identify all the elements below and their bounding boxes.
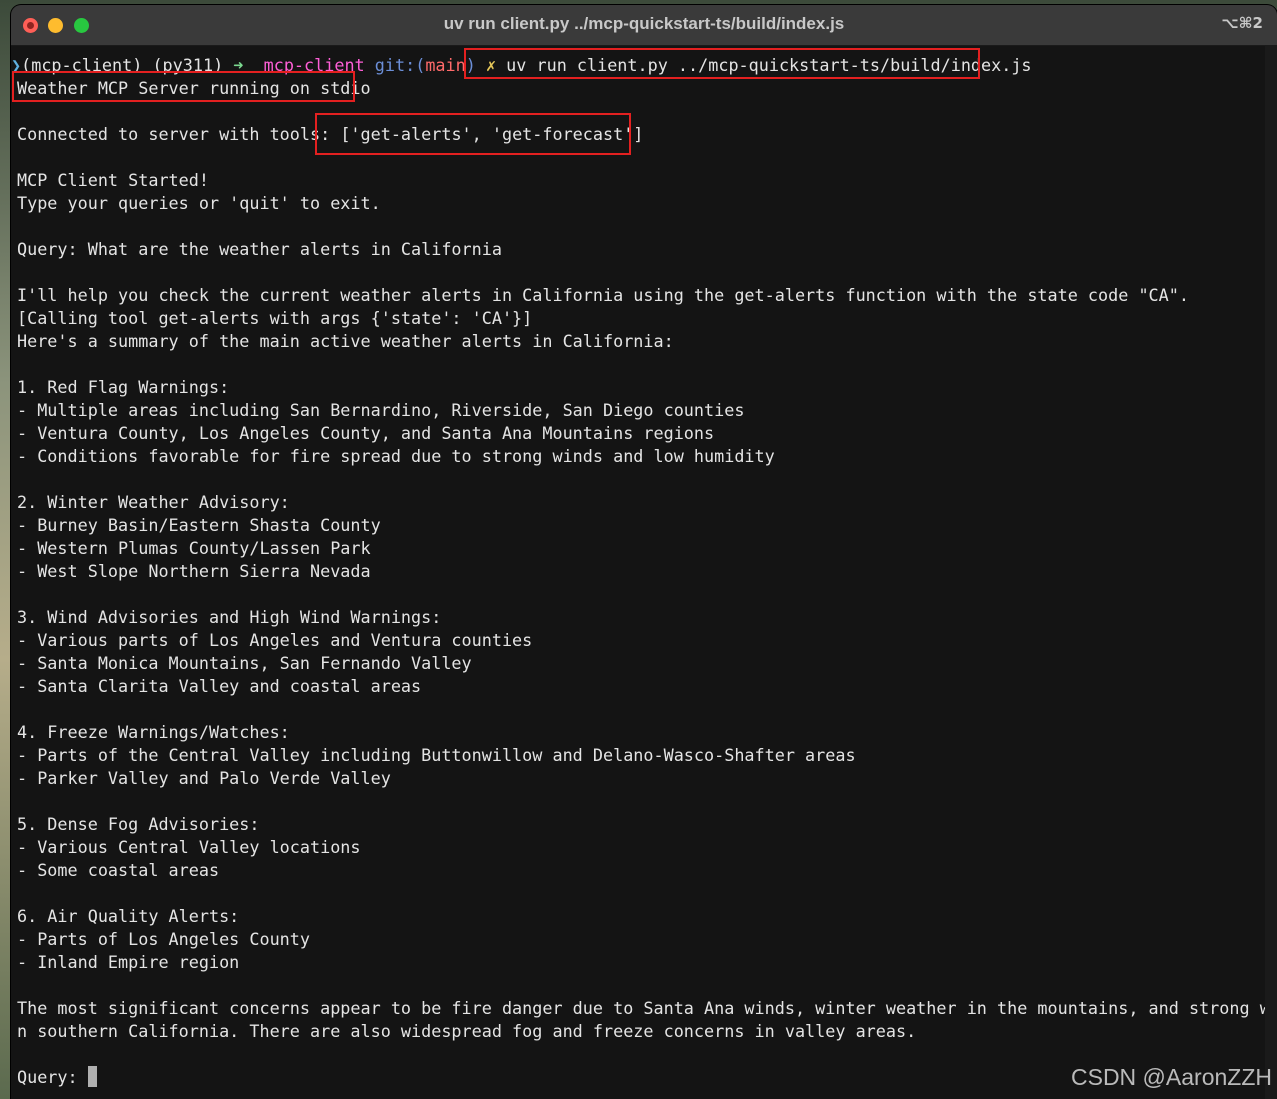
summary-intro-line: Here's a summary of the main active weat… (17, 331, 674, 351)
section-item: - West Slope Northern Sierra Nevada (17, 561, 371, 581)
section-item: - Some coastal areas (17, 860, 220, 880)
server-status-line: Weather MCP Server running on stdio (17, 78, 371, 98)
reply-intro-line: I'll help you check the current weather … (17, 285, 1189, 305)
section-item: - Parts of Los Angeles County (17, 929, 310, 949)
query-input-line[interactable]: Query: (17, 1066, 97, 1089)
section-item: - Various parts of Los Angeles and Ventu… (17, 630, 533, 650)
prompt-line: ❯(mcp-client) (py311) ➜ mcp-client git:(… (11, 54, 1032, 77)
prompt-git-label: git:( (374, 55, 426, 75)
window-title: uv run client.py ../mcp-quickstart-ts/bu… (443, 14, 845, 33)
section-item: - Various Central Valley locations (17, 837, 361, 857)
section-item: - Parts of the Central Valley including … (17, 745, 856, 765)
text-cursor (87, 1066, 97, 1087)
prompt-command: uv run client.py ../mcp-quickstart-ts/bu… (506, 55, 1032, 75)
prompt-git-close: ) (465, 55, 476, 75)
instructions-line: Type your queries or 'quit' to exit. (17, 193, 381, 213)
section-item: - Inland Empire region (17, 952, 240, 972)
connected-line: Connected to server with tools: ['get-al… (17, 123, 643, 146)
conclusion-line: n southern California. There are also wi… (17, 1021, 917, 1041)
section-item: - Multiple areas including San Bernardin… (17, 400, 745, 420)
tool-call-line: [Calling tool get-alerts with args {'sta… (17, 308, 533, 328)
section-item: - Santa Monica Mountains, San Fernando V… (17, 653, 472, 673)
connected-prefix: Connected to server with tools: (17, 124, 341, 144)
section-item: - Burney Basin/Eastern Shasta County (17, 515, 381, 535)
section-heading: 1. Red Flag Warnings: (17, 377, 230, 397)
terminal-output[interactable]: ❯(mcp-client) (py311) ➜ mcp-client git:(… (11, 46, 1277, 1099)
section-item: - Parker Valley and Palo Verde Valley (17, 768, 391, 788)
prompt-arrow-icon: ➜ (233, 55, 244, 75)
prompt-caret-icon: ❯ (11, 55, 22, 75)
section-item: - Western Plumas County/Lassen Park (17, 538, 371, 558)
section-heading: 2. Winter Weather Advisory: (17, 492, 290, 512)
query-line: Query: What are the weather alerts in Ca… (17, 239, 502, 259)
section-heading: 6. Air Quality Alerts: (17, 906, 240, 926)
tab-shortcut-label: ⌥⌘2 (1221, 14, 1263, 32)
scrollbar[interactable] (1265, 46, 1277, 1099)
prompt-git-branch: main (425, 55, 466, 75)
conclusion-line: The most significant concerns appear to … (17, 998, 1277, 1018)
section-item: - Conditions favorable for fire spread d… (17, 446, 775, 466)
section-heading: 5. Dense Fog Advisories: (17, 814, 260, 834)
prompt-env: (mcp-client) (py311) (21, 55, 224, 75)
title-bar[interactable]: uv run client.py ../mcp-quickstart-ts/bu… (11, 5, 1277, 46)
section-item: - Ventura County, Los Angeles County, an… (17, 423, 715, 443)
watermark-text: CSDN @AaronZZH (1071, 1064, 1272, 1090)
section-heading: 4. Freeze Warnings/Watches: (17, 722, 290, 742)
section-heading: 3. Wind Advisories and High Wind Warning… (17, 607, 442, 627)
client-started-line: MCP Client Started! (17, 170, 209, 190)
terminal-window: uv run client.py ../mcp-quickstart-ts/bu… (11, 5, 1277, 1099)
section-item: - Santa Clarita Valley and coastal areas (17, 676, 422, 696)
prompt-dirty-icon: ✗ (485, 55, 497, 75)
tool-list: ['get-alerts', 'get-forecast'] (340, 124, 644, 144)
query-prompt: Query: (17, 1067, 88, 1087)
prompt-directory: mcp-client (263, 55, 365, 75)
